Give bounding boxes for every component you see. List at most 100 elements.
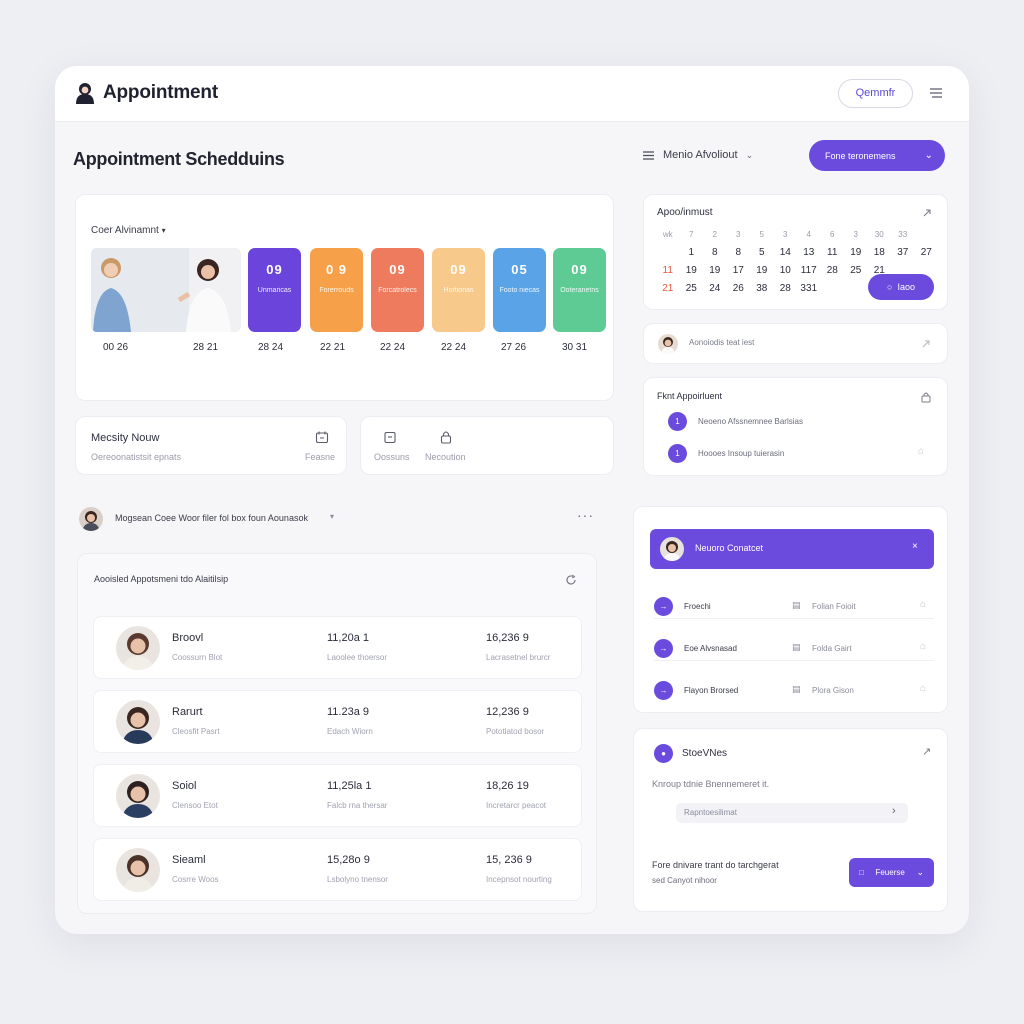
quick-item-2[interactable]: Necoution	[425, 452, 466, 462]
list-item[interactable]: → Flayon Brorsed ▤ Plora Gison ⌂	[654, 681, 934, 703]
tile-date: 22 21	[320, 342, 346, 353]
calendar-day[interactable]: 25	[680, 283, 704, 295]
person-name: Rarurt	[172, 706, 203, 718]
calendar-day[interactable]: 26	[727, 283, 751, 295]
calendar-day[interactable]: 19	[680, 265, 704, 277]
calendar-day[interactable]: 1	[680, 247, 704, 259]
calendar-day[interactable]: 18	[868, 247, 892, 259]
lock-icon[interactable]	[439, 430, 453, 444]
calendar-day[interactable]: 28	[821, 265, 845, 277]
new-appointment-button[interactable]: Fone teronemens ⌄	[809, 140, 945, 171]
calendar-day[interactable]: 21	[656, 283, 680, 295]
category-tile[interactable]: 0 9 Forerrouds	[310, 248, 363, 332]
lock-icon[interactable]	[920, 391, 932, 403]
calendar-day[interactable]: 5	[750, 247, 774, 259]
weekly-subtitle: Oereoonatistsit epnats	[91, 452, 182, 462]
lock-icon[interactable]: ⌂	[920, 641, 926, 652]
calendar-title: Apoo/inmust	[657, 207, 713, 218]
person-name: Sieaml	[172, 854, 206, 866]
quick-item-1[interactable]: Oossuns	[374, 452, 410, 462]
avatar	[79, 507, 103, 531]
tile-date: 22 24	[441, 342, 467, 353]
top-pill-button[interactable]: Qemmfr	[838, 79, 913, 108]
tile-icon: 09	[389, 262, 406, 277]
first-appt-title: Fknt Appoirluent	[657, 391, 723, 401]
services-card: ● StoeVNes ↗ Knroup tdnie Bnennemeret it…	[633, 728, 948, 912]
calendar-day[interactable]: 28	[774, 283, 798, 295]
tile-icon: 09	[450, 262, 467, 277]
list-item[interactable]: → Eoe Alvsnasad ▤ Folda Gairt ⌂	[654, 639, 934, 661]
weekly-card[interactable]: Mecsity Nouw Oereoonatistsit epnats Feas…	[75, 416, 347, 475]
arrow-icon[interactable]: ↗	[922, 745, 931, 758]
calendar-day[interactable]: 25	[844, 265, 868, 277]
filter-row[interactable]: Mogsean Coee Woor filer fol box foun Aou…	[79, 507, 599, 531]
table-row[interactable]: Soiol Clensoo Etot 11,25la 1 Falcb rna ther…	[93, 764, 582, 827]
list-item[interactable]: 1 Neoeno Afssnemnee Barlsias	[668, 412, 938, 434]
calendar-day[interactable]: 19	[844, 247, 868, 259]
selected-person-row[interactable]: Neuoro Conatcet ×	[650, 529, 934, 569]
quick-links-card: Oossuns Necoution	[360, 416, 614, 475]
chevron-down-icon: ▾	[161, 226, 166, 235]
category-tile[interactable]: 09 Unmaricas	[248, 248, 301, 332]
appointment-time: 11,20a 1	[327, 632, 370, 644]
calendar-day[interactable]: 19	[703, 265, 727, 277]
clipboard-icon[interactable]	[383, 430, 397, 444]
calendar-day[interactable]: 27	[915, 247, 939, 259]
lock-icon[interactable]: ⌂	[920, 599, 926, 610]
calendar-day[interactable]: 331	[797, 283, 821, 295]
appointment-value: 18,26 19	[486, 780, 529, 792]
calendar-day[interactable]: 8	[703, 247, 727, 259]
table-row[interactable]: Broovl Coossurn Blot 11,20a 1 Laoolee thoer…	[93, 616, 582, 679]
close-icon[interactable]: ×	[912, 541, 918, 552]
refresh-icon[interactable]	[565, 574, 577, 586]
calendar-day[interactable]: 19	[750, 265, 774, 277]
chevron-down-icon: ▾	[330, 512, 335, 521]
calendar-day[interactable]: 11	[821, 247, 845, 259]
services-action-button[interactable]: □ Feuerse ⌄	[849, 858, 934, 887]
tile-icon: 05	[511, 262, 528, 277]
calendar-day[interactable]: 17	[727, 265, 751, 277]
expand-icon[interactable]	[921, 207, 933, 219]
list-item[interactable]: 1 Hoooes Insoup tuierasin ⌂	[668, 444, 938, 466]
tile-date: 27 26	[501, 342, 527, 353]
calendar-day[interactable]: 38	[750, 283, 774, 295]
calendar-day[interactable]: 37	[891, 247, 915, 259]
category-tile[interactable]: 09 Hortionas	[432, 248, 485, 332]
category-tile[interactable]: 09 Forcatrolecs	[371, 248, 424, 332]
list-item[interactable]: → Froechi ▤ Folian Foioit ⌂	[654, 597, 934, 619]
calendar-action-button[interactable]: ○ Iaoo	[868, 274, 934, 300]
tile-label: Forerrouds	[319, 287, 354, 294]
calendar-day[interactable]: 14	[774, 247, 798, 259]
calendar-day[interactable]: 117	[797, 265, 821, 277]
tile-label: Ooteranetns	[560, 287, 599, 294]
calendar-header-cell: 7	[689, 230, 694, 239]
pin-icon[interactable]	[920, 338, 932, 350]
table-row[interactable]: Rarurt Cleosfit Pasrt 11.23a 9 Edach Wiorn 1…	[93, 690, 582, 753]
services-input[interactable]: Rapntoesilimat ›	[676, 803, 908, 823]
avatar	[116, 848, 160, 892]
app-window: Appointment Qemmfr Appointment Schedduin…	[55, 66, 969, 934]
more-icon[interactable]: ···	[577, 507, 594, 523]
lock-icon[interactable]: ⌂	[920, 683, 926, 694]
category-tile[interactable]: 05 Footo niecas	[493, 248, 546, 332]
avatar	[116, 700, 160, 744]
overview-dropdown[interactable]: Coer Alvinamnt ▾	[91, 225, 166, 236]
calendar-day[interactable]: 11	[656, 265, 680, 277]
category-tile[interactable]: 09 Ooteranetns	[553, 248, 606, 332]
calendar-day[interactable]: 24	[703, 283, 727, 295]
overview-card: Coer Alvinamnt ▾ 09 Unmaricas 0 9 Forerroud…	[75, 194, 614, 401]
item-number: 1	[668, 444, 687, 463]
calendar-day[interactable]: 13	[797, 247, 821, 259]
hamburger-icon[interactable]	[928, 85, 944, 101]
calendar-day[interactable]: 10	[774, 265, 798, 277]
appointment-value: 15, 236 9	[486, 854, 532, 866]
calendar-day[interactable]: 8	[727, 247, 751, 259]
table-row[interactable]: Sieaml Cosrre Woos 15,28o 9 Lsbolyno tnenso…	[93, 838, 582, 901]
brand: Appointment	[75, 82, 218, 104]
menu-dropdown[interactable]: Menio Afvoliout ⌄	[642, 149, 753, 161]
reminder-card[interactable]: Aonoiodis teat iest	[643, 323, 948, 364]
tile-date: 22 24	[380, 342, 406, 353]
weekly-right-label[interactable]: Feasne	[305, 452, 335, 462]
calendar-header-cell: 33	[898, 230, 908, 239]
services-subtitle: Knroup tdnie Bnennemeret it.	[652, 779, 770, 789]
